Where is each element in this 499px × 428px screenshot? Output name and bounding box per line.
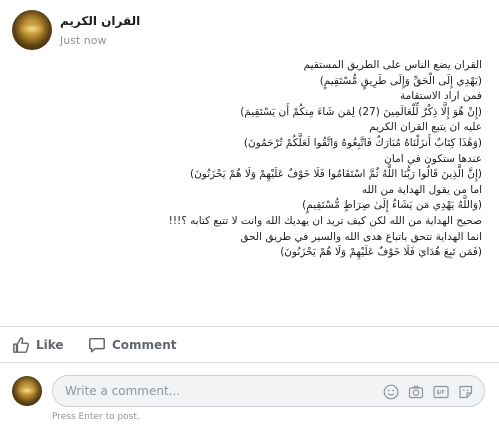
commenter-avatar	[12, 376, 42, 406]
like-icon	[12, 336, 30, 354]
post-line: فمن اراد الاستقامة	[400, 90, 482, 103]
divider	[0, 362, 499, 363]
post-line: (وَهَٰذَا كِتَابٌ أَنزَلْنَاهُ مُبَارَكٌ…	[243, 136, 482, 149]
comment-box[interactable]	[52, 375, 485, 407]
post-line: (إِنْ هُوَ إِلَّا ذِكْرٌ لِّلْعَالَمِينَ…	[240, 105, 482, 118]
post-line: انما الهداية تتحق باتباع هدى الله والسير…	[240, 230, 482, 243]
gif-icon[interactable]	[433, 384, 449, 400]
comment-button[interactable]: Comment	[88, 334, 176, 356]
post-line: عليه ان يتبع القران الكريم	[369, 121, 482, 134]
post-text: القران يضع الناس على الطريق المستقيم (يَ…	[168, 58, 482, 261]
comment-input[interactable]	[65, 384, 285, 398]
post-line: (يَهْدِي إِلَى الْحَقِّ وَإِلَى طَرِيقٍ …	[319, 74, 482, 87]
page-avatar[interactable]	[12, 10, 52, 50]
post-header: القران الكريم Just now	[12, 10, 482, 52]
like-button[interactable]: Like	[12, 334, 64, 356]
post-line: عندها ستكون في امان	[384, 152, 482, 165]
post-line: (وَاللَّهُ يَهْدِي مَن يَشَاءُ إِلَىٰ صِ…	[302, 199, 482, 212]
page-name[interactable]: القران الكريم	[60, 14, 140, 28]
comment-tools	[383, 383, 474, 401]
comment-composer: Press Enter to post.	[0, 370, 499, 428]
post-line: (فَمَن تَبِعَ هُدَايَ فَلَا خَوْفٌ عَلَي…	[280, 246, 482, 259]
post-line: القران يضع الناس على الطريق المستقيم	[303, 59, 482, 71]
emoji-icon[interactable]	[383, 384, 399, 400]
post-line: اما من يقول الهداية من الله	[361, 183, 482, 196]
post-card: القران الكريم Just now القران يضع الناس …	[0, 0, 499, 428]
comment-label: Comment	[112, 338, 177, 352]
sticker-icon[interactable]	[458, 384, 474, 400]
camera-icon[interactable]	[408, 384, 424, 400]
post-line: صحيح الهداية من الله لكن كيف تريد ان يهد…	[168, 214, 482, 227]
comment-icon	[88, 336, 106, 354]
post-timestamp[interactable]: Just now	[60, 34, 106, 47]
like-label: Like	[36, 338, 64, 352]
post-line: (إِنَّ الَّذِينَ قَالُوا رَبُّنَا اللَّه…	[190, 168, 482, 181]
action-bar: Like Comment	[0, 330, 499, 360]
divider	[0, 326, 499, 327]
composer-hint: Press Enter to post.	[52, 412, 140, 422]
